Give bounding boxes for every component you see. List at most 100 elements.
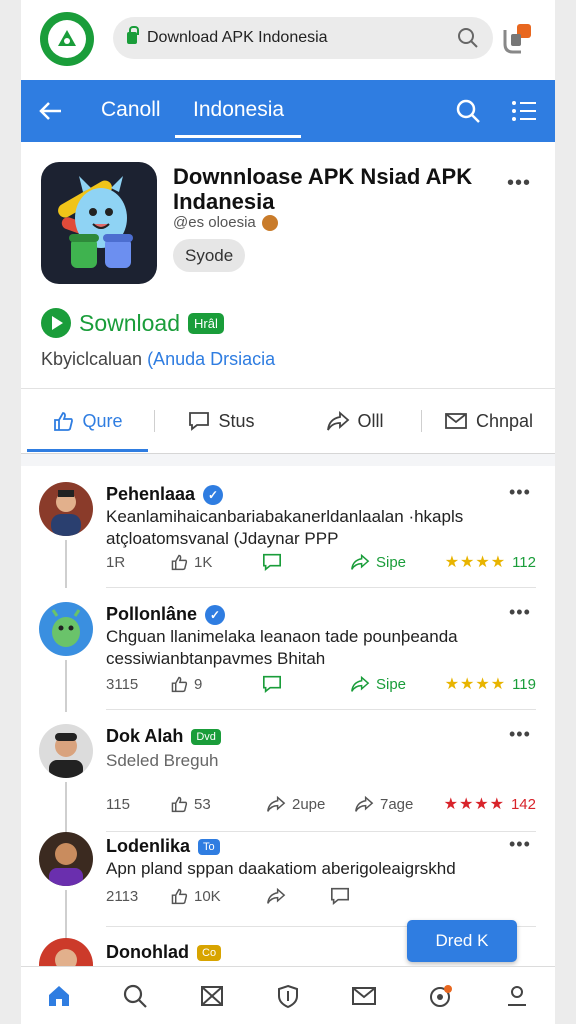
search-icon[interactable]	[457, 27, 479, 49]
app-card: Downnloase APK Nsiad APK Indanesia @es o…	[21, 142, 555, 454]
mail-icon[interactable]	[349, 981, 379, 1011]
download-badge: Hrâl	[188, 312, 224, 334]
thumbs-up-icon	[171, 796, 188, 813]
mail-icon	[445, 413, 467, 429]
user-badge: To	[198, 838, 220, 855]
search-icon[interactable]	[120, 981, 150, 1011]
thumbs-up-icon	[171, 888, 188, 905]
share-button[interactable]	[266, 887, 330, 905]
like-button[interactable]: 53	[170, 795, 266, 813]
comment-button[interactable]	[262, 552, 350, 572]
share-icon	[267, 887, 286, 904]
like-button[interactable]: 9	[170, 675, 262, 693]
thumbs-up-icon	[171, 554, 188, 571]
more-options-icon[interactable]: •••	[509, 602, 531, 623]
app-logo[interactable]	[40, 12, 94, 66]
share-icon	[267, 795, 286, 812]
avatar[interactable]	[39, 832, 93, 886]
rating: ★★★★ 142	[443, 795, 536, 814]
post-meta: 1R 1K Sipe ★★★★ 112	[106, 552, 536, 572]
share-icon	[355, 795, 374, 812]
post-author[interactable]: Donohlad Co	[106, 942, 222, 963]
post-text: Keanlamihaicanbariabakanerldanlaalan ·hk…	[106, 507, 464, 548]
play-icon	[41, 308, 71, 338]
notifications-icon[interactable]	[426, 981, 456, 1011]
avatar[interactable]	[39, 724, 93, 778]
reply-count: 115	[106, 795, 130, 813]
extension-icon[interactable]	[499, 20, 535, 56]
user-badge: Co	[197, 944, 222, 961]
like-button[interactable]: 1K	[170, 553, 262, 571]
tab-indonesia[interactable]: Indonesia	[193, 98, 284, 122]
action-like[interactable]: Qure	[21, 390, 154, 452]
bottom-nav	[21, 966, 555, 1024]
verified-icon: ✓	[205, 604, 226, 625]
share-button[interactable]: Sipe	[350, 553, 406, 571]
shield-icon[interactable]	[273, 981, 303, 1011]
post-meta: 3115 9 Sipe ★★★★ 119	[106, 674, 536, 694]
action-share[interactable]: Olll	[288, 390, 421, 452]
top-nav: Canoll Indonesia	[21, 80, 555, 142]
floating-action-button[interactable]: Dred K	[407, 920, 517, 962]
chip-label: Syode	[185, 245, 234, 265]
description-link[interactable]: (Anuda Drsiacia	[147, 349, 275, 369]
thumbs-up-icon	[171, 676, 188, 693]
share-button[interactable]: Sipe	[350, 675, 406, 693]
divider	[106, 709, 536, 710]
comment-icon	[263, 675, 281, 693]
comment-feed: Pehenlaaa ✓ Keanlamihaicanbariabakanerld…	[21, 466, 555, 966]
thread-line	[65, 540, 67, 588]
home-icon[interactable]	[44, 981, 74, 1011]
reply-count: 1R	[106, 553, 126, 571]
category-chip[interactable]: Syode	[173, 239, 246, 272]
comment-button[interactable]	[262, 674, 350, 694]
user-badge: Dvd	[191, 728, 221, 745]
box-icon[interactable]	[197, 981, 227, 1011]
action-bar: Qure Stus Olll Chnpal	[21, 390, 555, 452]
avatar[interactable]	[39, 482, 93, 536]
rating: ★★★★ 112	[444, 553, 536, 572]
address-bar[interactable]: Download APK Indonesia	[113, 17, 493, 59]
divider	[21, 388, 555, 389]
app-frame: Download APK Indonesia Canoll Indonesia	[21, 0, 555, 1024]
action-mail[interactable]: Chnpal	[422, 390, 555, 452]
url-text: Download APK Indonesia	[147, 29, 328, 46]
thumbs-up-icon	[54, 412, 74, 431]
avatar[interactable]	[39, 602, 93, 656]
avatar[interactable]	[39, 938, 93, 966]
app-icon[interactable]	[41, 162, 157, 284]
profile-icon[interactable]	[502, 981, 532, 1011]
app-description: Kbyiclcaluan (Anuda Drsiacia	[41, 349, 276, 369]
active-tab-indicator	[175, 135, 301, 138]
reply-count: 3115	[106, 675, 139, 693]
tab-canoll[interactable]: Canoll	[101, 98, 161, 122]
download-button[interactable]: Sownload Hrâl	[41, 308, 224, 338]
comment-icon	[189, 412, 210, 431]
list-menu-icon[interactable]	[511, 99, 537, 123]
repost-button[interactable]: 7age	[354, 795, 413, 813]
post-author[interactable]: Pehenlaaa ✓	[106, 484, 224, 505]
app-title: Downnloase APK Nsiad APK Indanesia	[173, 164, 473, 214]
star-icons: ★★★★	[444, 676, 507, 693]
download-label: Sownload	[79, 309, 181, 336]
comment-button[interactable]	[330, 886, 350, 906]
share-icon	[351, 675, 370, 692]
post-author[interactable]: Dok Alah Dvd	[106, 726, 221, 747]
post-text: Chguan llanimelaka leanaon tade pounþean…	[106, 627, 458, 668]
more-options-icon[interactable]: •••	[509, 834, 531, 855]
browser-topbar: Download APK Indonesia	[21, 0, 555, 80]
post-meta: 115 53 2upe 7age ★★★★ 142	[106, 794, 536, 814]
like-button[interactable]: 10K	[170, 887, 266, 905]
post-author[interactable]: Pollonlâne ✓	[106, 604, 226, 625]
share-button[interactable]: 2upe	[266, 795, 354, 813]
post-author[interactable]: Lodenlika To	[106, 836, 220, 857]
more-options-icon[interactable]: •••	[507, 172, 531, 195]
developer-avatar	[261, 214, 278, 231]
more-options-icon[interactable]: •••	[509, 724, 531, 745]
reply-count: 2113	[106, 887, 139, 905]
more-options-icon[interactable]: •••	[509, 482, 531, 503]
search-icon[interactable]	[455, 98, 481, 124]
action-comment[interactable]: Stus	[155, 390, 288, 452]
star-icons: ★★★★	[443, 796, 505, 813]
back-arrow-icon[interactable]	[37, 97, 65, 125]
